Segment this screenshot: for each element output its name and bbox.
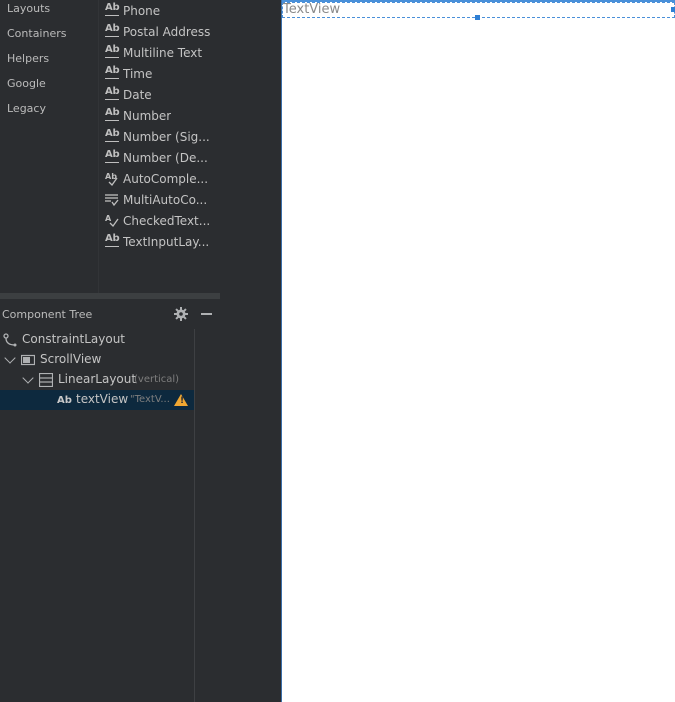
tree-row-scrollview[interactable]: ScrollView — [0, 350, 194, 370]
palette-item[interactable]: Ab Number (De... — [104, 148, 220, 168]
tree-row-sublabel: (vertical) — [134, 374, 180, 385]
constraint-layout-icon — [3, 333, 17, 347]
text-ab-icon: Ab — [104, 65, 120, 81]
palette-item[interactable]: MultiAutoCo... — [104, 190, 220, 210]
text-ab-icon: Ab — [57, 393, 72, 407]
design-canvas[interactable]: TextView — [281, 0, 675, 702]
palette-category-layouts[interactable]: Layouts — [7, 2, 50, 15]
resize-handle-right[interactable] — [671, 7, 675, 12]
palette-item-label: Number (Sig... — [123, 130, 210, 144]
palette-item[interactable]: Ab Postal Address — [104, 22, 220, 42]
text-ab-icon: Ab — [104, 2, 120, 18]
palette-item-label: Date — [123, 88, 152, 102]
palette-item-label: TextInputLay... — [123, 235, 210, 249]
palette-category-containers[interactable]: Containers — [7, 27, 67, 40]
component-tree-title: Component Tree — [2, 308, 93, 321]
multi-autocomplete-icon — [104, 193, 120, 207]
palette-item-label: Number — [123, 109, 172, 123]
tree-row-label: textView — [76, 392, 129, 406]
resize-handle-bottom[interactable] — [475, 15, 480, 20]
palette-item[interactable]: Ab Phone — [104, 1, 220, 21]
editor-gutter — [220, 0, 281, 702]
svg-text:Ab: Ab — [57, 395, 72, 406]
tree-side-strip — [195, 329, 220, 702]
chevron-down-icon[interactable] — [4, 352, 16, 364]
gear-icon[interactable] — [174, 307, 188, 321]
tree-row-label: ScrollView — [40, 352, 102, 366]
palette-category-legacy[interactable]: Legacy — [7, 102, 46, 115]
warning-mark: ! — [180, 396, 185, 406]
checked-text-icon: A — [104, 214, 120, 228]
palette-items: Ab Phone Ab Postal Address Ab Multiline … — [98, 0, 220, 293]
minimize-icon[interactable] — [201, 313, 212, 315]
text-ab-icon: Ab — [104, 107, 120, 123]
tree-row-label: ConstraintLayout — [22, 332, 126, 346]
palette-category-google[interactable]: Google — [7, 77, 46, 90]
textview-preview[interactable]: TextView — [283, 2, 340, 18]
tree-row-sublabel: "TextV... — [130, 394, 170, 405]
palette-item[interactable]: Ab TextInputLay... — [104, 232, 220, 252]
palette-item[interactable]: Ab AutoComple... — [104, 169, 220, 189]
text-ab-icon: Ab — [104, 128, 120, 144]
text-ab-icon: Ab — [104, 23, 120, 39]
svg-text:A: A — [105, 214, 112, 223]
component-tree-panel: Component Tree ConstraintLayout ScrollVi… — [0, 299, 220, 702]
palette-item[interactable]: A CheckedText... — [104, 211, 220, 231]
palette-item-label: AutoComple... — [123, 172, 209, 186]
tree-row-constraintlayout[interactable]: ConstraintLayout — [0, 330, 194, 350]
tree-row-label: LinearLayout — [58, 372, 137, 386]
component-tree-header: Component Tree — [0, 299, 220, 329]
chevron-down-icon[interactable] — [22, 372, 34, 384]
text-ab-icon: Ab — [104, 233, 120, 249]
palette-categories: Layouts Containers Helpers Google Legacy — [0, 0, 99, 293]
palette-item[interactable]: Ab Time — [104, 64, 220, 84]
text-ab-icon: Ab — [104, 149, 120, 165]
palette-item-label: Phone — [123, 4, 161, 18]
palette-item-label: Postal Address — [123, 25, 211, 39]
palette-item[interactable]: Ab Date — [104, 85, 220, 105]
scrollview-icon — [20, 353, 36, 367]
palette-item-label: Time — [123, 67, 153, 81]
palette-item-label: MultiAutoCo... — [123, 193, 208, 207]
palette-item[interactable]: Ab Number — [104, 106, 220, 126]
autocomplete-icon: Ab — [104, 172, 120, 187]
component-tree-body: ConstraintLayout ScrollView LinearLayout… — [0, 329, 195, 702]
palette-item-label: CheckedText... — [123, 214, 211, 228]
linear-layout-icon — [38, 372, 54, 388]
palette-category-helpers[interactable]: Helpers — [7, 52, 49, 65]
text-ab-icon: Ab — [104, 86, 120, 102]
palette-item[interactable]: Ab Multiline Text — [104, 43, 220, 63]
text-ab-icon: Ab — [104, 44, 120, 60]
palette-panel: Layouts Containers Helpers Google Legacy… — [0, 0, 220, 293]
palette-item-label: Number (De... — [123, 151, 208, 165]
tree-row-textview[interactable]: Ab textView "TextV... ! — [0, 390, 194, 410]
tree-row-linearlayout[interactable]: LinearLayout (vertical) — [0, 370, 194, 390]
palette-item-label: Multiline Text — [123, 46, 203, 60]
palette-item[interactable]: Ab Number (Sig... — [104, 127, 220, 147]
